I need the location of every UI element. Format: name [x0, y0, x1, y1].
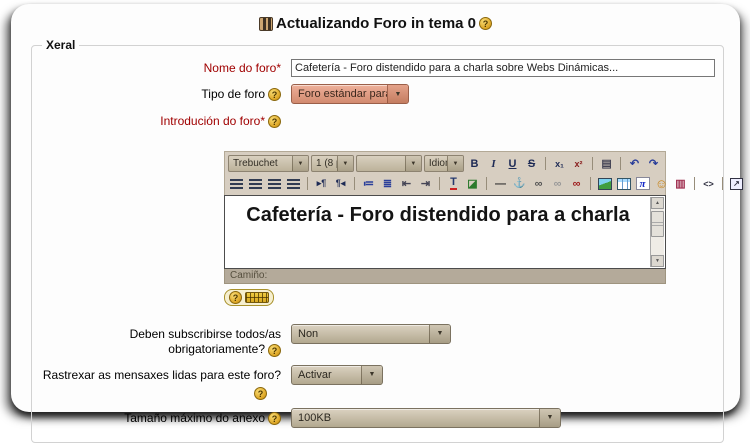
general-fieldset: Xeral Nome do foro* Tipo de foro? Foro e… [31, 38, 743, 443]
track-select[interactable]: Activar ▼ [291, 364, 383, 385]
forum-icon [258, 16, 273, 31]
chevron-down-icon: ▼ [447, 156, 464, 172]
editor-content-area[interactable]: Cafetería - Foro distendido para a charl… [224, 194, 666, 269]
unordered-list-icon[interactable]: ≣ [379, 176, 396, 192]
align-justify-icon[interactable] [285, 176, 302, 192]
html-source-icon[interactable]: <> [700, 176, 717, 192]
toolbar-row-1: Trebuchet ▼ 1 (8 pt) ▼ ▼ Idioma ▼ [228, 154, 662, 174]
form-card: Actualizando Foro in tema 0 ? Xeral Nome… [11, 4, 743, 443]
subscribe-help-icon[interactable]: ? [268, 343, 281, 357]
html-editor: Trebuchet ▼ 1 (8 pt) ▼ ▼ Idioma ▼ [224, 150, 743, 284]
editor-help-group: ? [224, 288, 274, 306]
fieldset-legend: Xeral [46, 38, 76, 52]
title-help-icon[interactable]: ? [479, 17, 493, 30]
ordered-list-icon[interactable]: ≔ [360, 176, 377, 192]
unlink-icon[interactable]: ∞ [549, 176, 566, 192]
direction-ltr-icon[interactable]: ▸¶ [313, 176, 330, 192]
format-select[interactable]: ▼ [355, 155, 422, 173]
chevron-down-icon: ▼ [292, 156, 308, 172]
page-title: Actualizando Foro in tema 0 [275, 15, 477, 32]
font-color-icon[interactable]: T [445, 176, 462, 192]
toolbar-separator [307, 177, 308, 191]
scroll-up-icon[interactable]: ▲ [651, 196, 664, 209]
enlarge-editor-icon[interactable]: ↗ [728, 176, 745, 192]
highlight-color-icon[interactable]: ◪ [464, 176, 481, 192]
track-help-icon[interactable]: ? [254, 386, 267, 400]
insert-table-icon[interactable] [615, 176, 632, 192]
insert-character-icon[interactable]: ▥ [672, 176, 689, 192]
forum-intro-label: Introdución do foro*? [40, 111, 291, 130]
align-center-icon[interactable] [247, 176, 264, 192]
editor-path-bar: Camiño: [224, 268, 666, 284]
keyboard-help-icon[interactable] [245, 291, 269, 303]
toolbar-separator [620, 157, 622, 171]
editor-help-icon[interactable]: ? [229, 290, 242, 304]
maxsize-label: Tamaño máximo do anexo? [40, 408, 291, 427]
maxsize-row: Tamaño máximo do anexo? 100KB ▼ [40, 407, 715, 428]
direction-rtl-icon[interactable]: ¶◂ [332, 176, 349, 192]
superscript-icon[interactable]: x² [570, 156, 587, 172]
toolbar-separator [592, 157, 594, 171]
strikethrough-icon[interactable]: S [523, 156, 540, 172]
indent-icon[interactable]: ⇥ [417, 176, 434, 192]
bold-icon[interactable]: B [466, 156, 483, 172]
toolbar-row-2: ▸¶ ¶◂ ≔ ≣ ⇤ ⇥ T ◪ — ⚓ ∞ ∞ ∞ π ☺ ▥ <> ↗ [228, 174, 743, 194]
underline-icon[interactable]: U [504, 156, 521, 172]
italic-icon[interactable]: I [485, 156, 502, 172]
toolbar-separator [694, 177, 695, 191]
clean-word-html-icon[interactable]: ▤ [598, 156, 615, 172]
track-label: Rastrexar as mensaxes lidas para este fo… [42, 367, 281, 400]
prevent-autolink-icon[interactable]: ∞ [568, 176, 585, 192]
link-icon[interactable]: ∞ [530, 176, 547, 192]
forum-intro-row: Introdución do foro*? [40, 111, 715, 130]
insert-image-icon[interactable] [596, 176, 613, 192]
subscript-icon[interactable]: x₁ [551, 156, 568, 172]
chevron-down-icon: ▼ [404, 156, 421, 172]
subscribe-label: Deben subscribirse todos/as obrigatoriam… [129, 326, 281, 357]
undo-icon[interactable]: ↶ [626, 156, 643, 172]
forum-type-row: Tipo de foro? Foro estándar para uso xer… [40, 84, 715, 104]
font-family-select[interactable]: Trebuchet ▼ [228, 155, 309, 173]
subscribe-select[interactable]: Non ▼ [291, 323, 451, 344]
editor-content-text: Cafetería - Foro distendido para a charl… [246, 203, 630, 226]
track-row: Rastrexar as mensaxes lidas para este fo… [40, 364, 715, 401]
toolbar-separator [486, 177, 487, 191]
outdent-icon[interactable]: ⇤ [398, 176, 415, 192]
scrollbar-thumb[interactable] [651, 210, 664, 237]
chevron-down-icon: ▼ [387, 85, 408, 103]
align-left-icon[interactable] [228, 176, 245, 192]
font-size-select[interactable]: 1 (8 pt) ▼ [311, 155, 354, 173]
editor-toolbar: Trebuchet ▼ 1 (8 pt) ▼ ▼ Idioma ▼ [224, 150, 743, 195]
toolbar-separator [722, 177, 723, 191]
toolbar-separator [354, 177, 355, 191]
maxsize-help-icon[interactable]: ? [268, 412, 281, 426]
insert-smiley-icon[interactable]: ☺ [653, 176, 670, 192]
subscribe-row: Deben subscribirse todos/as obrigatoriam… [40, 323, 715, 358]
chevron-down-icon: ▼ [539, 408, 560, 427]
anchor-icon[interactable]: ⚓ [511, 176, 528, 192]
forum-intro-help-icon[interactable]: ? [268, 115, 281, 129]
forum-type-help-icon[interactable]: ? [268, 88, 281, 102]
insert-equation-icon[interactable]: π [634, 176, 651, 192]
toolbar-separator [545, 157, 547, 171]
editor-scrollbar[interactable]: ▲ ▼ [650, 196, 664, 267]
horizontal-rule-icon[interactable]: — [492, 176, 509, 192]
maxsize-select[interactable]: 100KB ▼ [291, 407, 561, 428]
page-header: Actualizando Foro in tema 0 ? [11, 4, 740, 32]
redo-icon[interactable]: ↷ [645, 156, 662, 172]
chevron-down-icon: ▼ [361, 365, 382, 384]
forum-type-label: Tipo de foro? [40, 84, 291, 103]
forum-name-label: Nome do foro* [203, 61, 281, 75]
align-right-icon[interactable] [266, 176, 283, 192]
forum-name-input[interactable] [291, 59, 715, 77]
scroll-down-icon[interactable]: ▼ [651, 254, 664, 267]
toolbar-separator [590, 177, 591, 191]
forum-name-row: Nome do foro* [40, 58, 715, 77]
forum-type-select[interactable]: Foro estándar para uso xeral ▼ [291, 84, 409, 104]
language-select[interactable]: Idioma ▼ [423, 155, 465, 173]
toolbar-separator [439, 177, 440, 191]
chevron-down-icon: ▼ [336, 156, 353, 172]
chevron-down-icon: ▼ [429, 324, 450, 343]
